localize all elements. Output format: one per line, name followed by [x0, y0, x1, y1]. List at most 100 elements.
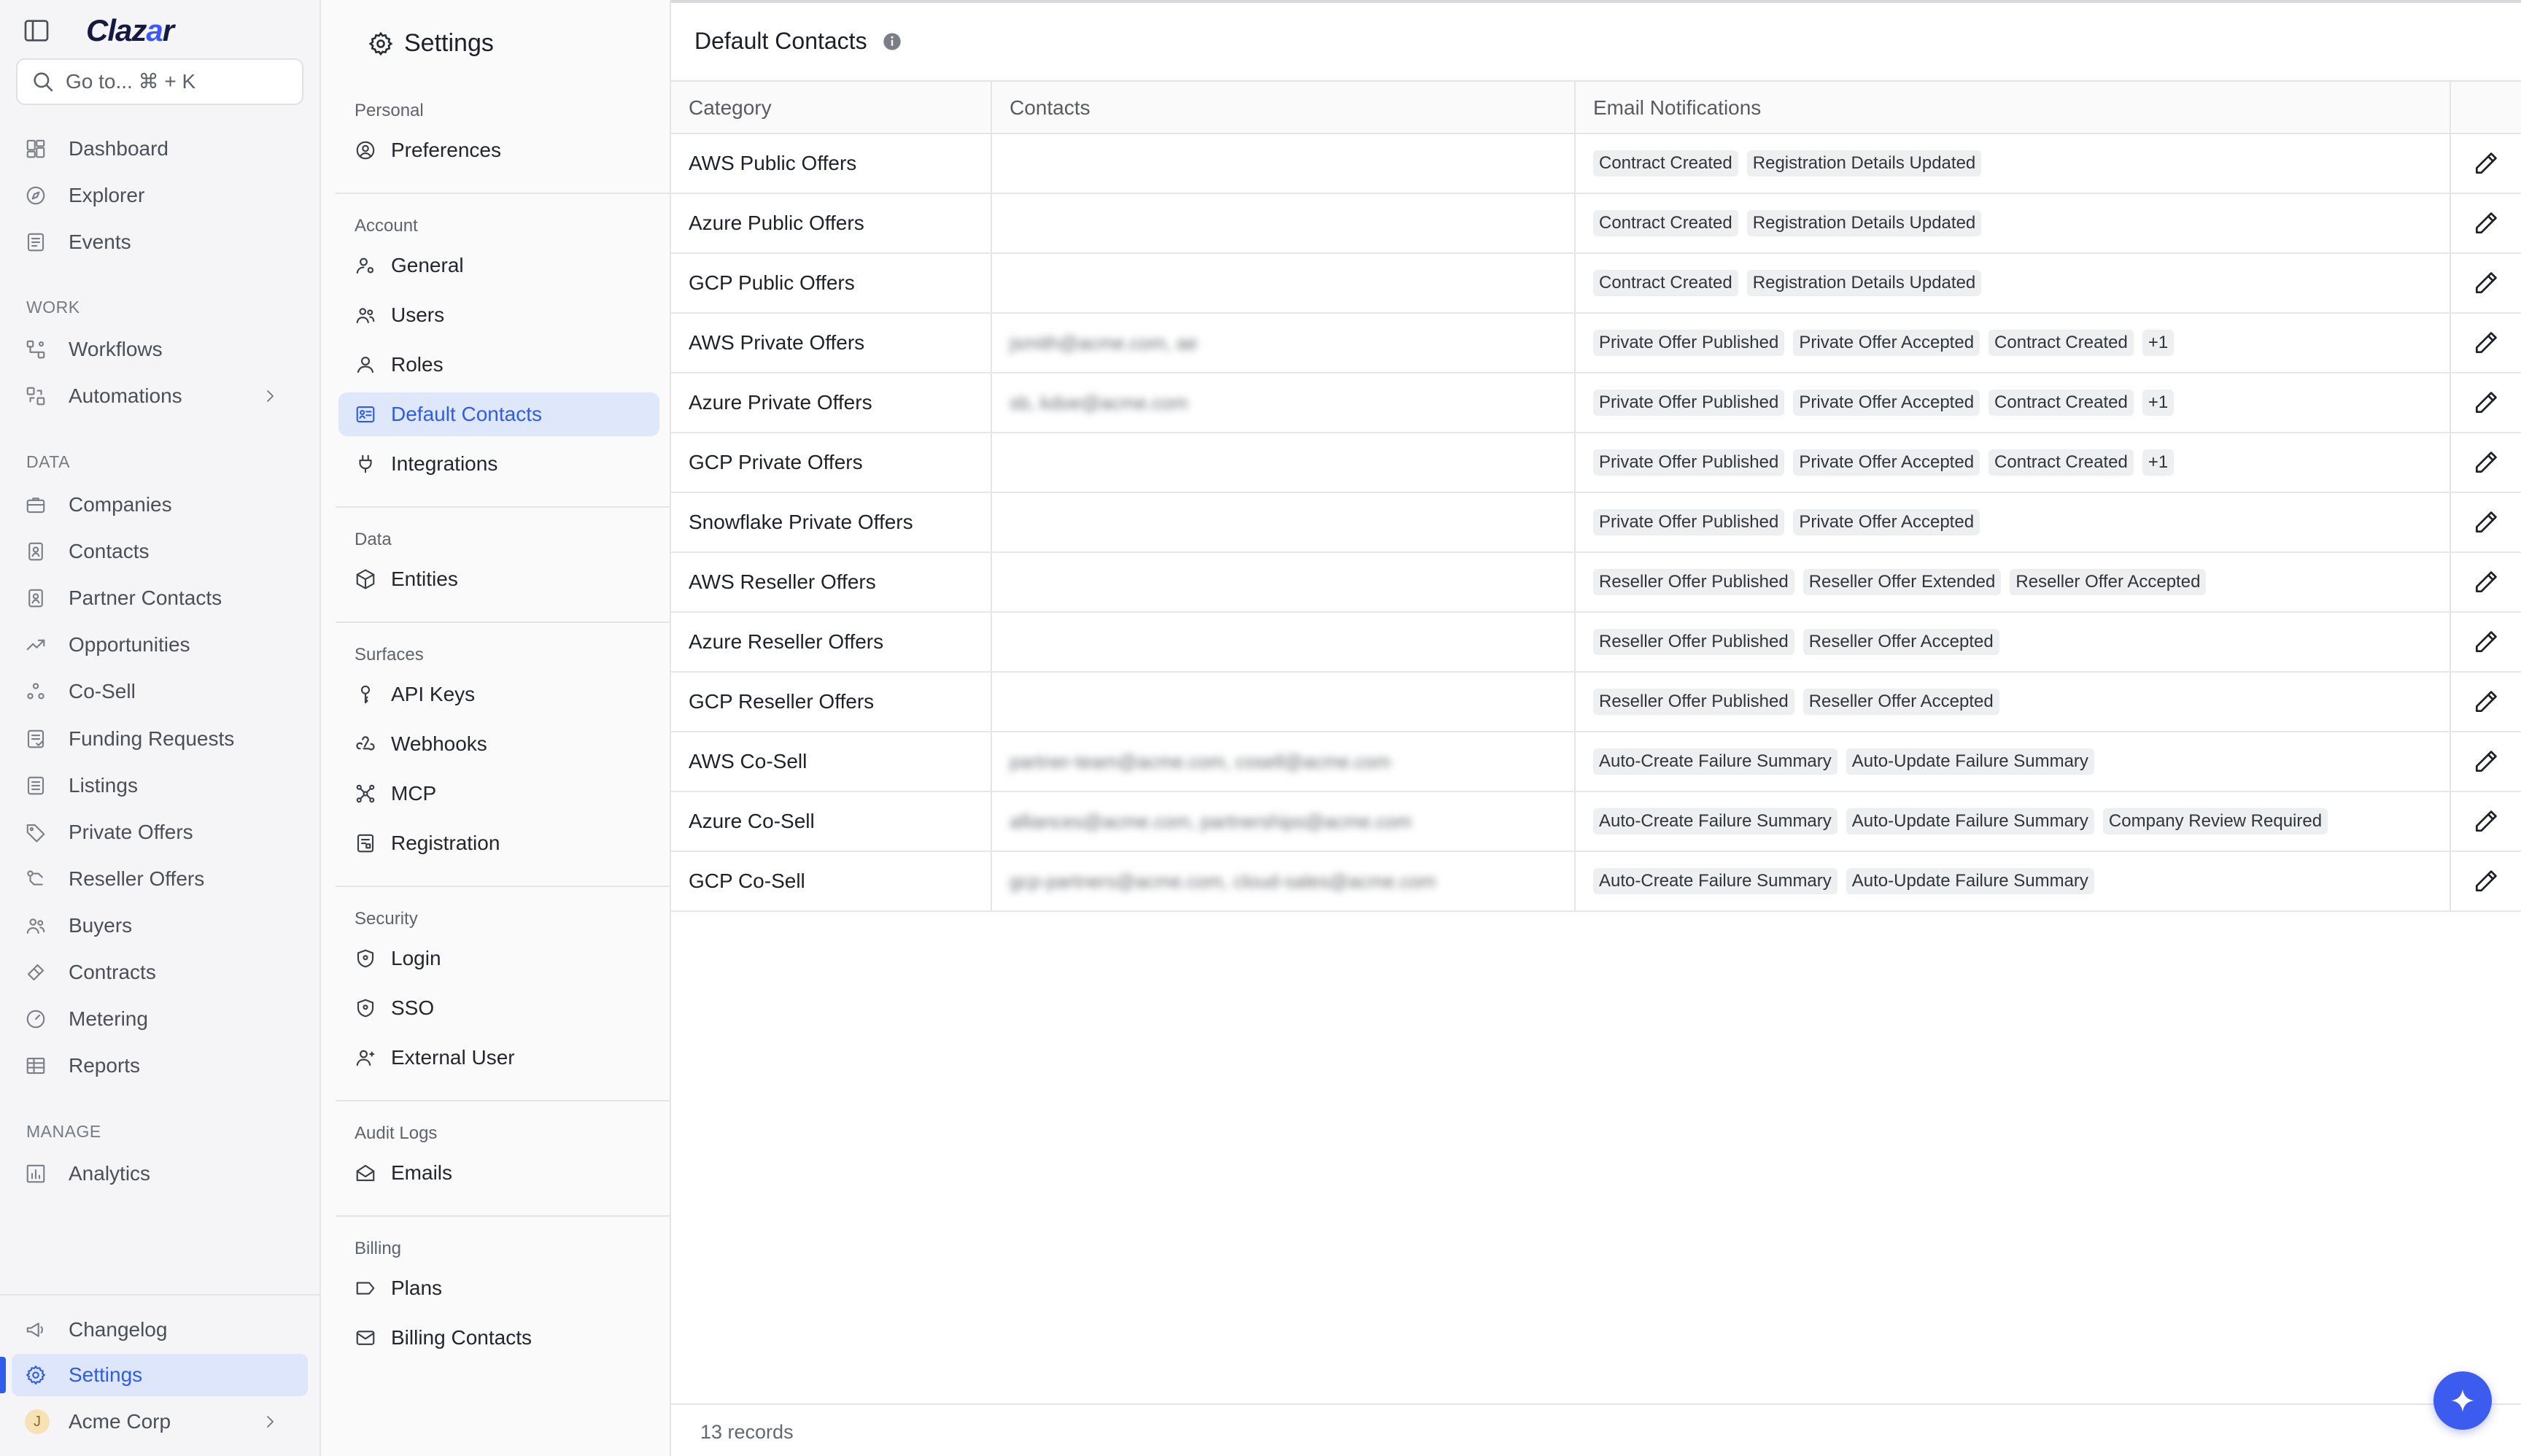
settings-item-sso[interactable]: SSO: [338, 986, 659, 1030]
table-row[interactable]: GCP Co-Sell gcp-partners@acme.com, cloud…: [671, 852, 2521, 912]
settings-section-billing: Billing: [355, 1239, 402, 1258]
price-tag-icon: [355, 1277, 376, 1299]
sidebar-item-changelog[interactable]: Changelog: [12, 1309, 308, 1351]
settings-item-roles[interactable]: Roles: [338, 343, 659, 387]
settings-item-webhooks[interactable]: Webhooks: [338, 722, 659, 766]
sidebar-item-settings[interactable]: Settings: [12, 1354, 308, 1396]
settings-item-billing-contacts[interactable]: Billing Contacts: [338, 1316, 659, 1360]
info-icon[interactable]: [867, 31, 902, 52]
ai-assistant-button[interactable]: [2433, 1371, 2492, 1430]
sidebar-item-metering[interactable]: Metering: [12, 998, 308, 1040]
settings-item-api-keys[interactable]: API Keys: [338, 673, 659, 716]
table-row[interactable]: Snowflake Private Offers Private Offer P…: [671, 493, 2521, 553]
sidebar-item-dashboard[interactable]: Dashboard: [12, 128, 308, 170]
settings-item-emails[interactable]: Emails: [338, 1151, 659, 1195]
sidebar-item-contracts[interactable]: Contracts: [12, 951, 308, 994]
settings-item-label: Default Contacts: [391, 403, 542, 425]
settings-item-entities[interactable]: Entities: [338, 557, 659, 601]
sidebar-item-co-sell[interactable]: Co-Sell: [12, 670, 308, 713]
edit-button[interactable]: [2451, 134, 2521, 193]
edit-button[interactable]: [2451, 493, 2521, 551]
settings-item-login[interactable]: Login: [338, 937, 659, 980]
sidebar-item-companies[interactable]: Companies: [12, 484, 308, 526]
edit-button[interactable]: [2451, 433, 2521, 492]
column-header-email-notifications[interactable]: Email Notifications: [1576, 82, 2451, 134]
column-divider: [1574, 134, 1576, 193]
notification-tag: Registration Details Updated: [1746, 210, 1982, 236]
notification-tag: Reseller Offer Accepted: [1802, 689, 1999, 715]
settings-item-default-contacts[interactable]: Default Contacts: [338, 392, 659, 436]
table-row[interactable]: GCP Public Offers Contract Created Regist…: [671, 254, 2521, 314]
table-row[interactable]: Azure Public Offers Contract Created Regi…: [671, 194, 2521, 254]
record-count: 13 records: [700, 1421, 794, 1443]
settings-item-registration[interactable]: Registration: [338, 821, 659, 865]
sidebar-item-label: Opportunities: [69, 633, 190, 657]
search-input[interactable]: [66, 70, 284, 93]
table-row[interactable]: GCP Private Offers Private Offer Publish…: [671, 433, 2521, 493]
settings-item-external-user[interactable]: External User: [338, 1036, 659, 1080]
table-row[interactable]: AWS Co-Sell partner-team@acme.com, cosel…: [671, 732, 2521, 792]
edit-button[interactable]: [2451, 553, 2521, 611]
table-row[interactable]: AWS Public Offers Contract Created Regist…: [671, 134, 2521, 194]
column-divider: [1574, 373, 1576, 432]
table-row[interactable]: AWS Reseller Offers Reseller Offer Publi…: [671, 553, 2521, 613]
sidebar-item-listings[interactable]: Listings: [12, 764, 308, 807]
sidebar-item-opportunities[interactable]: Opportunities: [12, 624, 308, 666]
org-switcher[interactable]: J Acme Corp: [12, 1401, 308, 1443]
sidebar-toggle-icon[interactable]: [22, 16, 51, 45]
edit-button[interactable]: [2451, 613, 2521, 671]
settings-item-label: SSO: [391, 996, 435, 1019]
column-divider: [991, 194, 992, 252]
notifications-cell: Reseller Offer Published Reseller Offer A…: [1576, 613, 2451, 671]
edit-button[interactable]: [2451, 852, 2521, 910]
edit-button[interactable]: [2451, 194, 2521, 252]
sidebar-item-analytics[interactable]: Analytics: [12, 1153, 308, 1195]
sidebar-item-contacts[interactable]: Contacts: [12, 530, 308, 573]
sidebar-item-reports[interactable]: Reports: [12, 1045, 308, 1087]
table-row[interactable]: Azure Co-Sell alliances@acme.com, partne…: [671, 792, 2521, 852]
table-row[interactable]: GCP Reseller Offers Reseller Offer Publi…: [671, 673, 2521, 732]
notification-tag: Private Offer Accepted: [1793, 449, 1980, 476]
sidebar-item-label: Buyers: [69, 913, 133, 937]
sidebar-item-partner-contacts[interactable]: Partner Contacts: [12, 577, 308, 619]
edit-button[interactable]: [2451, 792, 2521, 851]
user-icon: [355, 354, 376, 376]
app-logo[interactable]: Clazar: [86, 13, 174, 48]
sidebar-item-automations[interactable]: Automations: [12, 375, 308, 417]
sidebar-item-workflows[interactable]: Workflows: [12, 328, 308, 371]
contacts-value: sb, kdoe@acme.com: [1010, 391, 1188, 414]
settings-item-label: Billing Contacts: [391, 1326, 532, 1349]
settings-item-users[interactable]: Users: [338, 293, 659, 337]
sidebar-item-reseller-offers[interactable]: Reseller Offers: [12, 858, 308, 900]
edit-button[interactable]: [2451, 732, 2521, 791]
notification-tag: Contract Created: [1988, 330, 2134, 356]
table-row[interactable]: Azure Reseller Offers Reseller Offer Pub…: [671, 613, 2521, 673]
column-header-contacts[interactable]: Contacts: [992, 82, 1576, 134]
settings-item-mcp[interactable]: MCP: [338, 772, 659, 816]
sidebar-item-buyers[interactable]: Buyers: [12, 905, 308, 947]
sidebar-item-explorer[interactable]: Explorer: [12, 174, 308, 217]
edit-button[interactable]: [2451, 373, 2521, 432]
contacts-cell: [992, 493, 1576, 551]
sidebar-item-events[interactable]: Events: [12, 221, 308, 263]
table-row[interactable]: AWS Private Offers jsmith@acme.com, ae P…: [671, 314, 2521, 373]
table-row[interactable]: Azure Private Offers sb, kdoe@acme.com P…: [671, 373, 2521, 433]
table-body: AWS Public Offers Contract Created Regist…: [671, 134, 2521, 912]
settings-item-integrations[interactable]: Integrations: [338, 442, 659, 486]
notifications-cell: Auto-Create Failure Summary Auto-Update F…: [1576, 852, 2451, 910]
settings-item-plans[interactable]: Plans: [338, 1266, 659, 1310]
edit-button[interactable]: [2451, 314, 2521, 372]
chart-icon: [25, 1163, 47, 1185]
settings-item-preferences[interactable]: Preferences: [338, 128, 659, 172]
column-header-category[interactable]: Category: [671, 82, 992, 134]
edit-button[interactable]: [2451, 673, 2521, 731]
column-divider: [1574, 254, 1576, 312]
sidebar-item-funding-requests[interactable]: Funding Requests: [12, 718, 308, 760]
edit-button[interactable]: [2451, 254, 2521, 312]
notification-tag: Auto-Create Failure Summary: [1593, 748, 1837, 775]
megaphone-icon: [25, 1319, 47, 1341]
sidebar-item-private-offers[interactable]: Private Offers: [12, 811, 308, 853]
settings-item-general[interactable]: General: [338, 244, 659, 287]
contacts-value: partner-team@acme.com, cosell@acme.com: [1010, 750, 1391, 772]
search-box[interactable]: [16, 58, 303, 105]
